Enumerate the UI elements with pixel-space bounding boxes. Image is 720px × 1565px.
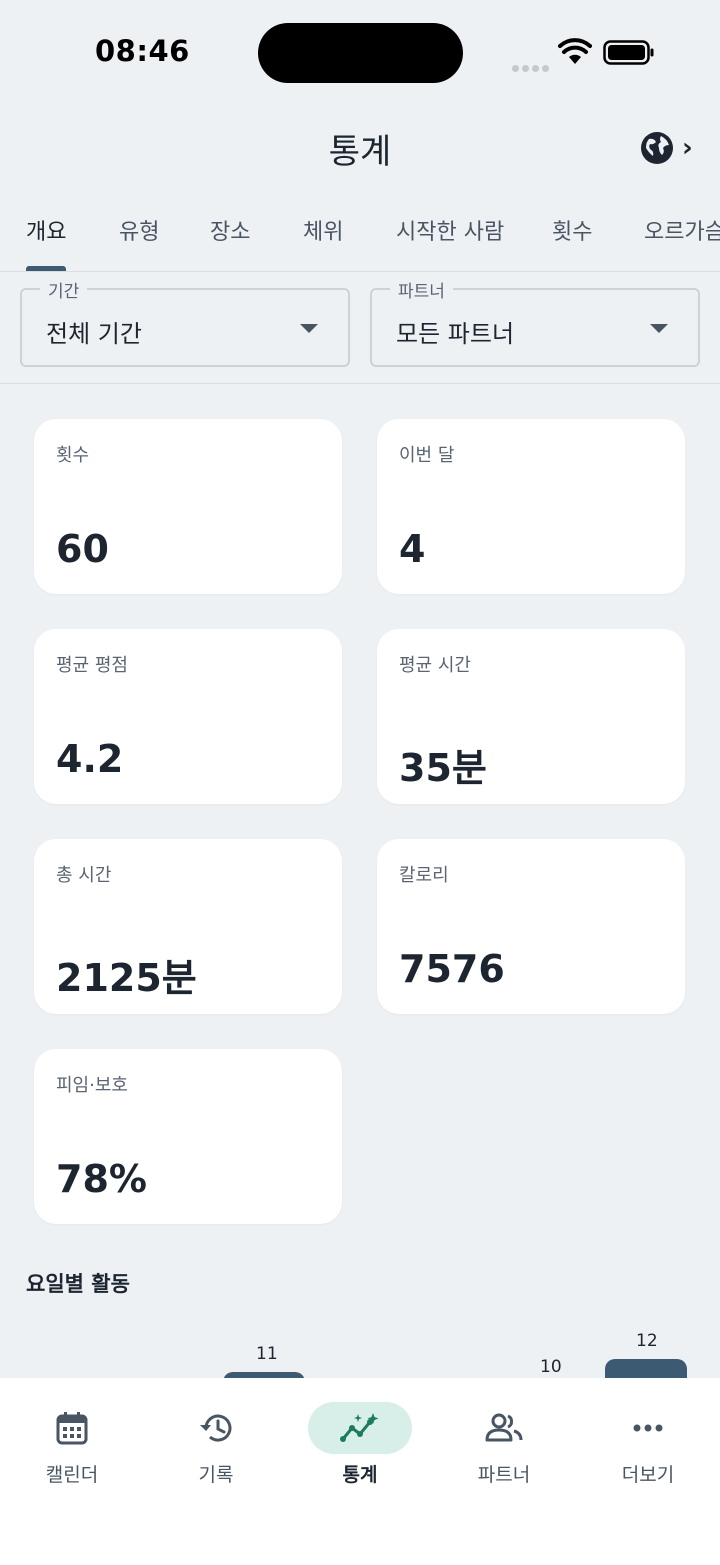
stat-value: 4 (399, 527, 426, 571)
bar-value-label: 10 (540, 1357, 562, 1377)
chevron-right-icon: › (682, 133, 693, 163)
stat-card-calories: 칼로리 7576 (377, 839, 685, 1014)
partner-dropdown[interactable]: 파트너 모든 파트너 (370, 277, 700, 367)
globe-icon (641, 132, 673, 164)
status-time: 08:46 (95, 34, 190, 68)
tab-place[interactable]: 장소 (210, 214, 250, 246)
nav-stats[interactable]: 통계 (288, 1378, 432, 1498)
tab-bar: 개요 유형 장소 체위 시작한 사람 횟수 오르가슴 (0, 210, 720, 272)
dynamic-island (258, 23, 463, 83)
nav-stats-icon-wrap (308, 1402, 412, 1454)
partner-dropdown-label: 파트너 (390, 277, 453, 302)
weekday-activity-title: 요일별 활동 (26, 1272, 130, 1296)
nav-partners-icon-wrap (452, 1402, 556, 1454)
tab-overview[interactable]: 개요 (26, 214, 66, 246)
calendar-icon (56, 1412, 88, 1445)
period-dropdown-value: 전체 기간 (46, 320, 142, 348)
stat-label: 횟수 (56, 445, 90, 466)
stat-value: 4.2 (56, 737, 124, 781)
partners-icon (485, 1413, 523, 1442)
stat-value: 7576 (399, 947, 505, 991)
stat-value: 60 (56, 527, 109, 571)
period-dropdown-label: 기간 (40, 277, 88, 302)
tab-count[interactable]: 횟수 (552, 214, 592, 246)
tab-position[interactable]: 체위 (303, 214, 343, 246)
nav-label: 캘린더 (45, 1464, 99, 1486)
bottom-navigation: 캘린더 기록 통계 파트너 더보기 (0, 1378, 720, 1565)
divider (0, 383, 720, 384)
stat-label: 평균 평점 (56, 655, 128, 676)
stat-card-average-duration: 평균 시간 35분 (377, 629, 685, 804)
stat-card-average-rating: 평균 평점 4.2 (34, 629, 342, 804)
status-bar: 08:46 (0, 0, 720, 100)
dropdown-arrow-icon (650, 324, 668, 333)
statistics-screen: 08:46 통계 › 개요 유형 장소 체위 시작한 사람 횟수 오르가슴 기간… (0, 0, 720, 1565)
partner-dropdown-value: 모든 파트너 (396, 320, 515, 348)
stat-card-total-duration: 총 시간 2125분 (34, 839, 342, 1014)
nav-calendar-icon-wrap (20, 1402, 124, 1454)
nav-label: 더보기 (621, 1464, 675, 1486)
bar-value-label: 12 (636, 1331, 658, 1351)
tab-initiator[interactable]: 시작한 사람 (396, 214, 504, 246)
nav-more-icon-wrap (596, 1402, 700, 1454)
nav-history-icon-wrap (164, 1402, 268, 1454)
active-tab-indicator (26, 266, 66, 271)
wifi-icon (558, 38, 592, 64)
stat-label: 평균 시간 (399, 655, 471, 676)
nav-partners[interactable]: 파트너 (432, 1378, 576, 1498)
nav-label: 통계 (342, 1464, 378, 1486)
history-icon (200, 1414, 232, 1442)
stat-value: 2125분 (56, 956, 197, 1000)
more-icon (633, 1424, 663, 1432)
bar-value-label: 11 (256, 1344, 278, 1364)
stat-label: 총 시간 (56, 865, 112, 886)
page-title: 통계 (328, 132, 392, 172)
nav-more[interactable]: 더보기 (576, 1378, 720, 1498)
dropdown-arrow-icon (300, 324, 318, 333)
battery-icon (603, 40, 654, 65)
stat-card-protection: 피임·보호 78% (34, 1049, 342, 1224)
nav-history[interactable]: 기록 (144, 1378, 288, 1498)
stat-value: 78% (56, 1157, 147, 1201)
tab-orgasm[interactable]: 오르가슴 (644, 214, 720, 246)
stat-card-count: 횟수 60 (34, 419, 342, 594)
cellular-signal-icon (512, 57, 552, 72)
stat-card-this-month: 이번 달 4 (377, 419, 685, 594)
period-dropdown[interactable]: 기간 전체 기간 (20, 277, 350, 367)
tab-type[interactable]: 유형 (119, 214, 159, 246)
stats-icon (340, 1413, 379, 1442)
stat-label: 피임·보호 (56, 1075, 128, 1096)
stat-value: 35분 (399, 746, 487, 790)
nav-label: 기록 (198, 1464, 234, 1486)
nav-label: 파트너 (477, 1464, 531, 1486)
globe-button[interactable]: › (640, 130, 702, 166)
stat-label: 이번 달 (399, 445, 455, 466)
stat-label: 칼로리 (399, 865, 449, 886)
nav-calendar[interactable]: 캘린더 (0, 1378, 144, 1498)
